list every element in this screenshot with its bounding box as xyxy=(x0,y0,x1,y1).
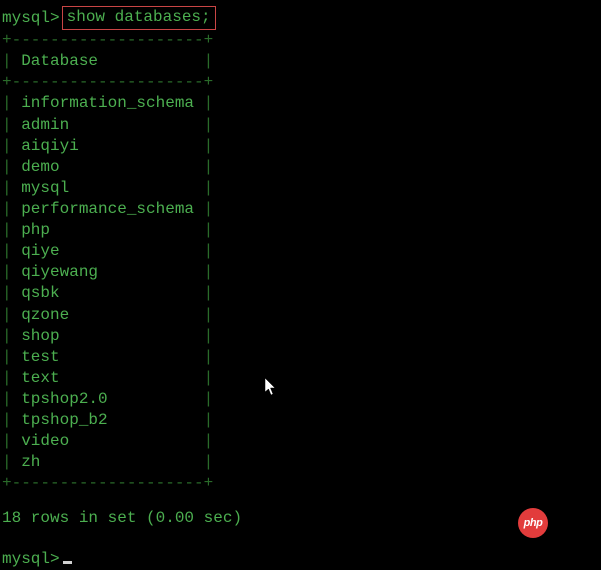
pipe-right: | xyxy=(79,137,213,155)
database-name: tpshop_b2 xyxy=(21,411,107,429)
table-row: | demo | xyxy=(2,157,599,178)
database-name: qsbk xyxy=(21,284,59,302)
table-row: | qiyewang | xyxy=(2,262,599,283)
pipe-right: | xyxy=(69,306,213,324)
database-name: mysql xyxy=(21,179,69,197)
table-row: | information_schema | xyxy=(2,93,599,114)
pipe-right: | xyxy=(194,94,213,112)
pipe-left: | xyxy=(2,411,21,429)
table-row: | qzone | xyxy=(2,305,599,326)
database-name: admin xyxy=(21,116,69,134)
pipe-left: | xyxy=(2,453,21,471)
table-border-top: +--------------------+ xyxy=(2,30,599,51)
column-header: Database xyxy=(21,52,98,70)
php-badge-icon: php xyxy=(518,508,548,538)
pipe-left: | xyxy=(2,94,21,112)
command-prompt-line: mysql> show databases; xyxy=(2,6,599,30)
table-row: | video | xyxy=(2,431,599,452)
pipe-right: | xyxy=(194,200,213,218)
pipe-left: | xyxy=(2,221,21,239)
pipe-left: | xyxy=(2,263,21,281)
cursor-icon xyxy=(63,561,72,564)
database-name: aiqiyi xyxy=(21,137,79,155)
pipe-right: | xyxy=(98,52,213,70)
pipe-right: | xyxy=(69,179,213,197)
table-border-mid: +--------------------+ xyxy=(2,72,599,93)
pipe-left: | xyxy=(2,200,21,218)
pipe-left: | xyxy=(2,52,21,70)
table-row: | qiye | xyxy=(2,241,599,262)
table-row: | admin | xyxy=(2,115,599,136)
pipe-left: | xyxy=(2,348,21,366)
pipe-right: | xyxy=(60,158,214,176)
bottom-prompt-line[interactable]: mysql> xyxy=(2,549,599,570)
pipe-left: | xyxy=(2,179,21,197)
pipe-right: | xyxy=(98,263,213,281)
database-name: shop xyxy=(21,327,59,345)
database-name: demo xyxy=(21,158,59,176)
result-summary: 18 rows in set (0.00 sec) xyxy=(2,508,599,529)
database-name: qiyewang xyxy=(21,263,98,281)
pipe-right: | xyxy=(60,284,214,302)
pipe-left: | xyxy=(2,137,21,155)
pipe-left: | xyxy=(2,242,21,260)
database-name: test xyxy=(21,348,59,366)
database-name: performance_schema xyxy=(21,200,194,218)
database-name: video xyxy=(21,432,69,450)
pipe-left: | xyxy=(2,390,21,408)
pipe-left: | xyxy=(2,306,21,324)
pipe-left: | xyxy=(2,369,21,387)
pipe-left: | xyxy=(2,116,21,134)
pipe-right: | xyxy=(50,221,213,239)
table-row: | tpshop_b2 | xyxy=(2,410,599,431)
database-name: information_schema xyxy=(21,94,194,112)
pipe-right: | xyxy=(108,411,214,429)
table-row: | mysql | xyxy=(2,178,599,199)
table-header-row: | Database | xyxy=(2,51,599,72)
pipe-right: | xyxy=(60,369,214,387)
pipe-left: | xyxy=(2,327,21,345)
database-name: qzone xyxy=(21,306,69,324)
pipe-left: | xyxy=(2,158,21,176)
table-row: | zh | xyxy=(2,452,599,473)
database-name: zh xyxy=(21,453,40,471)
table-row: | php | xyxy=(2,220,599,241)
database-name: qiye xyxy=(21,242,59,260)
table-row: | tpshop2.0 | xyxy=(2,389,599,410)
table-row: | performance_schema | xyxy=(2,199,599,220)
pipe-right: | xyxy=(69,116,213,134)
pipe-right: | xyxy=(40,453,213,471)
pipe-right: | xyxy=(60,348,214,366)
table-row: | aiqiyi | xyxy=(2,136,599,157)
mysql-prompt-bottom: mysql> xyxy=(2,549,60,570)
database-list: | information_schema || admin || aiqiyi … xyxy=(2,93,599,473)
pipe-left: | xyxy=(2,284,21,302)
database-name: text xyxy=(21,369,59,387)
table-row: | qsbk | xyxy=(2,283,599,304)
pipe-right: | xyxy=(108,390,214,408)
table-row: | text | xyxy=(2,368,599,389)
mysql-prompt: mysql> xyxy=(2,8,60,29)
pipe-right: | xyxy=(69,432,213,450)
table-border-bottom: +--------------------+ xyxy=(2,473,599,494)
table-row: | test | xyxy=(2,347,599,368)
pipe-left: | xyxy=(2,432,21,450)
pipe-right: | xyxy=(60,242,214,260)
table-row: | shop | xyxy=(2,326,599,347)
database-name: tpshop2.0 xyxy=(21,390,107,408)
highlighted-command-box: show databases; xyxy=(62,6,216,30)
database-name: php xyxy=(21,221,50,239)
pipe-right: | xyxy=(60,327,214,345)
php-badge-label: php xyxy=(524,516,543,531)
